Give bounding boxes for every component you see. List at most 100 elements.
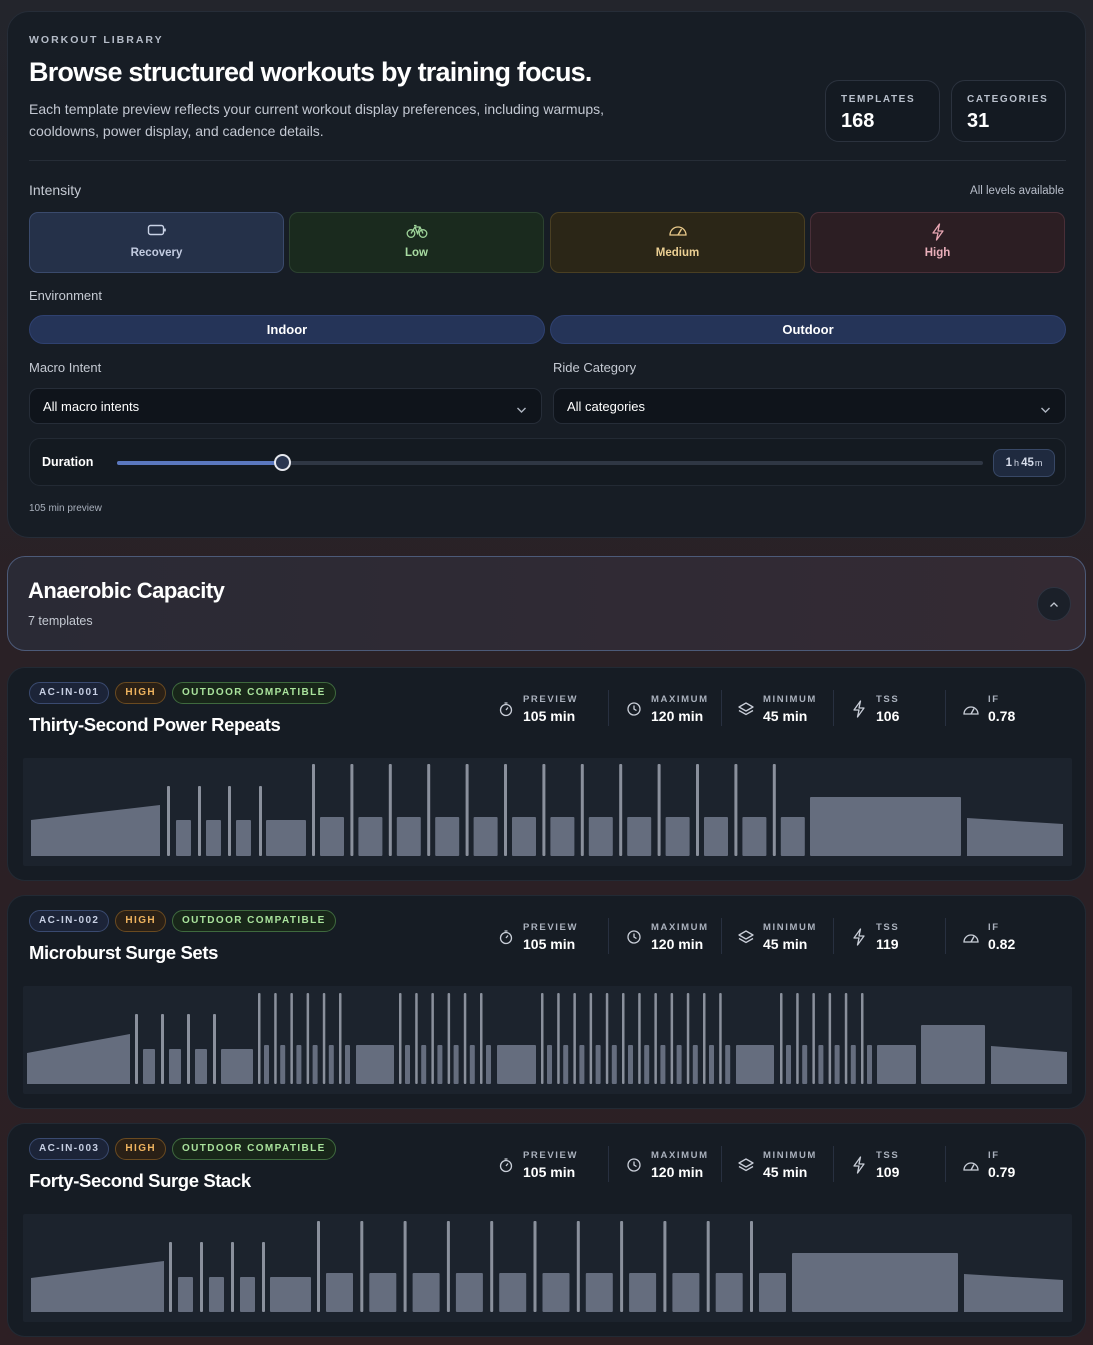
duration-slider-thumb[interactable] bbox=[273, 454, 291, 471]
interval-spike bbox=[576, 1221, 580, 1312]
recovery-block bbox=[169, 1049, 181, 1084]
intensity-medium-button[interactable]: Medium bbox=[550, 212, 805, 273]
interval-spike bbox=[812, 993, 815, 1084]
metric-label: PREVIEW bbox=[523, 1150, 579, 1161]
metric-value: 45 min bbox=[763, 936, 808, 952]
divider bbox=[29, 160, 1066, 161]
environment-label: Environment bbox=[29, 288, 102, 303]
chevron-down-icon bbox=[1040, 401, 1051, 419]
recovery-block bbox=[396, 817, 421, 856]
metric-label: PREVIEW bbox=[523, 922, 579, 933]
cooldown-segment bbox=[967, 818, 1063, 856]
interval-spike bbox=[580, 764, 584, 856]
environment-outdoor-button[interactable]: Outdoor bbox=[550, 315, 1066, 344]
workout-title: Thirty-Second Power Repeats bbox=[29, 714, 281, 735]
metric-separator bbox=[721, 690, 722, 726]
metric-value: 45 min bbox=[763, 1164, 808, 1180]
workout-card[interactable]: AC-IN-002 HIGH OUTDOOR COMPATIBLE Microburs… bbox=[7, 895, 1086, 1109]
interval-spike bbox=[198, 786, 201, 856]
metric-label: TSS bbox=[876, 1150, 900, 1161]
interval-spike bbox=[504, 764, 507, 856]
layers-icon bbox=[737, 928, 755, 946]
metric-label: IF bbox=[988, 1150, 1000, 1161]
metric-value: 120 min bbox=[651, 1164, 704, 1180]
interval-spike bbox=[861, 993, 864, 1084]
duration-control: Duration 1 h 45m bbox=[29, 438, 1066, 486]
select-value: All categories bbox=[567, 399, 646, 414]
metric-separator bbox=[608, 1146, 609, 1182]
recovery-block bbox=[579, 1045, 585, 1084]
interval-spike bbox=[339, 993, 342, 1084]
metric-value: 105 min bbox=[523, 708, 576, 724]
interval-spike bbox=[228, 786, 231, 856]
metric-minimum: MINIMUM 45 min bbox=[737, 920, 837, 956]
recovery-block bbox=[178, 1277, 193, 1312]
workout-card[interactable]: AC-IN-003 HIGH OUTDOOR COMPATIBLE Forty-Sec… bbox=[7, 1123, 1086, 1337]
macro-intent-select[interactable]: All macro intents bbox=[29, 388, 542, 424]
metric-tss: TSS 106 bbox=[850, 692, 950, 728]
interval-spike bbox=[480, 993, 483, 1084]
recovery-block bbox=[588, 817, 613, 856]
interval-spike bbox=[213, 1014, 216, 1084]
interval-spike bbox=[533, 1221, 537, 1312]
steady-block bbox=[497, 1045, 536, 1084]
intensity-high-button[interactable]: High bbox=[810, 212, 1065, 273]
metric-minimum: MINIMUM 45 min bbox=[737, 692, 837, 728]
interval-spike bbox=[780, 993, 783, 1084]
warmup-segment bbox=[31, 1261, 164, 1312]
recovery-block bbox=[176, 820, 191, 856]
outdoor-compatible-badge: OUTDOOR COMPATIBLE bbox=[172, 1138, 336, 1160]
collapse-toggle-button[interactable] bbox=[1037, 587, 1071, 621]
recovery-block bbox=[692, 1045, 698, 1084]
workout-title: Forty-Second Surge Stack bbox=[29, 1170, 251, 1191]
intensity-recovery-button[interactable]: Recovery bbox=[29, 212, 284, 273]
workout-profile-chart bbox=[23, 1214, 1072, 1322]
recovery-block bbox=[328, 1045, 334, 1084]
metric-separator bbox=[945, 690, 946, 726]
metric-value: 120 min bbox=[651, 708, 704, 724]
recovery-block bbox=[280, 1045, 286, 1084]
interval-spike bbox=[557, 993, 560, 1084]
interval-spike bbox=[317, 1221, 320, 1312]
intensity-badge: HIGH bbox=[115, 682, 166, 704]
ride-category-select[interactable]: All categories bbox=[553, 388, 1066, 424]
recovery-block bbox=[547, 1045, 552, 1084]
badge-row: AC-IN-002 HIGH OUTDOOR COMPATIBLE bbox=[29, 910, 336, 932]
category-count: 7 templates bbox=[28, 614, 93, 628]
interval-spike bbox=[657, 764, 661, 856]
interval-spike bbox=[465, 764, 469, 856]
recovery-block bbox=[453, 1045, 459, 1084]
environment-indoor-button[interactable]: Indoor bbox=[29, 315, 545, 344]
metric-tss: TSS 119 bbox=[850, 920, 950, 956]
workout-id-badge: AC-IN-003 bbox=[29, 1138, 110, 1160]
interval-spike bbox=[360, 1221, 364, 1312]
interval-spike bbox=[290, 993, 293, 1084]
lightning-icon bbox=[850, 928, 868, 946]
recovery-block bbox=[542, 1273, 570, 1312]
metric-if: IF 0.82 bbox=[962, 920, 1062, 956]
interval-spike bbox=[619, 764, 623, 856]
interval-spike bbox=[796, 993, 799, 1084]
chevron-up-icon bbox=[1049, 595, 1059, 613]
interval-spike bbox=[750, 1221, 753, 1312]
interval-spike bbox=[403, 1221, 407, 1312]
recovery-block bbox=[405, 1045, 410, 1084]
metric-maximum: MAXIMUM 120 min bbox=[625, 692, 725, 728]
category-header[interactable]: Anaerobic Capacity 7 templates bbox=[7, 556, 1086, 651]
recovery-block bbox=[206, 820, 221, 856]
interval-spike bbox=[322, 993, 326, 1084]
metric-separator bbox=[833, 1146, 834, 1182]
intensity-badge: HIGH bbox=[115, 910, 166, 932]
intensity-low-button[interactable]: Low bbox=[289, 212, 544, 273]
metric-label: PREVIEW bbox=[523, 694, 579, 705]
metric-separator bbox=[945, 1146, 946, 1182]
steady-block bbox=[877, 1045, 916, 1084]
outdoor-compatible-badge: OUTDOOR COMPATIBLE bbox=[172, 910, 336, 932]
interval-spike bbox=[306, 993, 310, 1084]
metric-maximum: MAXIMUM 120 min bbox=[625, 920, 725, 956]
gauge-icon bbox=[962, 928, 980, 946]
duration-value: 1 h 45m bbox=[993, 449, 1055, 477]
recovery-block bbox=[473, 817, 498, 856]
duration-slider[interactable] bbox=[117, 454, 983, 471]
workout-card[interactable]: AC-IN-001 HIGH OUTDOOR COMPATIBLE Thirty-Se… bbox=[7, 667, 1086, 881]
